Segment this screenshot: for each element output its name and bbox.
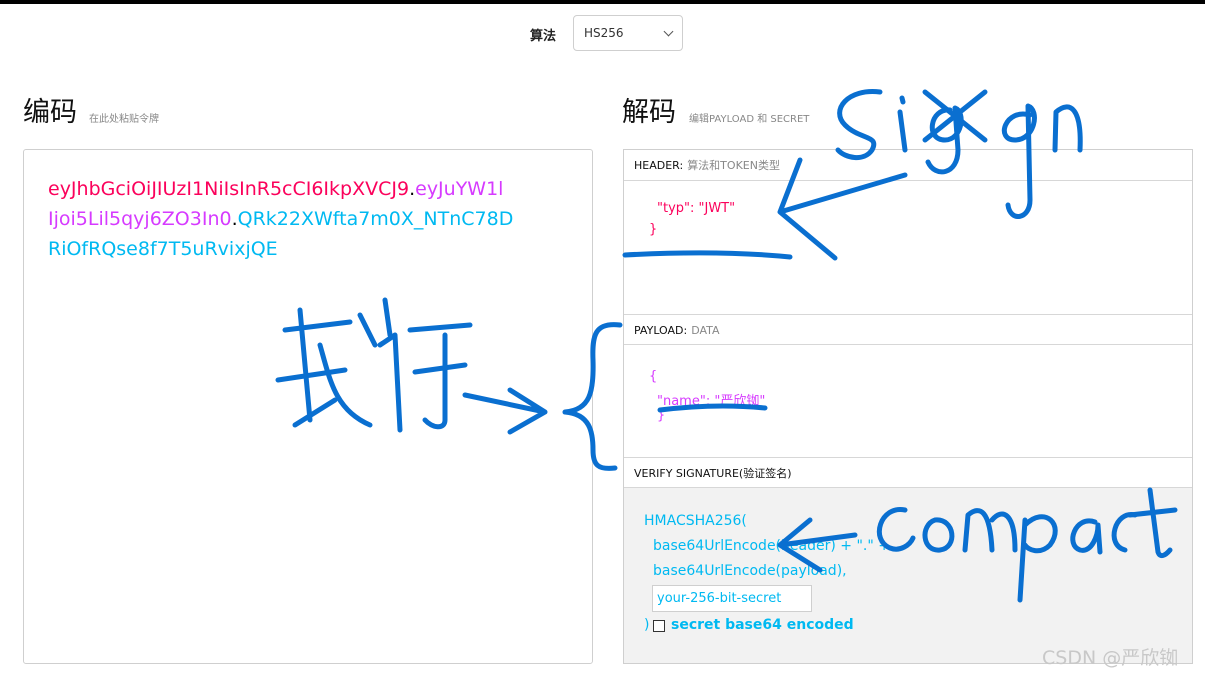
hmac-header-line: base64UrlEncode(header) + "." + [653, 538, 890, 554]
verify-panel-heading: VERIFY SIGNATURE(验证签名) [624, 457, 1192, 488]
header-json-editor[interactable]: "typ": "JWT" } [624, 181, 1192, 314]
token-line: eyJhbGciOiJIUzI1NiIsInR5cCI6IkpXVCJ9.eyJ… [48, 178, 503, 200]
chevron-down-icon [663, 26, 674, 37]
verify-panel-label: VERIFY SIGNATURE(验证签名) [634, 467, 792, 480]
payload-panel-label: PAYLOAD: [634, 324, 688, 337]
algorithm-value: HS256 [584, 26, 624, 40]
base64-checkbox-label[interactable]: secret base64 encoded [671, 617, 854, 633]
payload-json-editor[interactable]: { "name": "严欣铷" } [624, 346, 1192, 457]
token-payload-part: eyJuYW1l [415, 178, 504, 200]
token-line: Ijoi5Lil5qyj6ZO3In0.QRk22XWfta7m0X_NTnC7… [48, 208, 513, 230]
top-bar [0, 0, 1205, 4]
header-panel-sublabel: 算法和TOKEN类型 [687, 159, 780, 172]
header-json-line: "typ": "JWT" [657, 201, 736, 216]
payload-panel-heading: PAYLOAD: DATA [624, 314, 1192, 345]
encoded-subtitle: 在此处粘贴令牌 [89, 114, 159, 125]
ink-sign-i [897, 95, 908, 153]
token-header-part: eyJhbGciOiJIUzI1NiIsInR5cCI6IkpXVCJ9 [48, 178, 410, 200]
ink-sign-n [1052, 104, 1083, 153]
algorithm-label: 算法 [530, 29, 557, 44]
payload-panel-sublabel: DATA [691, 324, 720, 337]
header-json-close: } [649, 222, 658, 237]
token-signature-part: QRk22XWfta7m0X_NTnC78D [237, 208, 514, 230]
ink-sign-x [922, 89, 988, 143]
secret-input[interactable] [652, 585, 812, 612]
decoded-title: 解码 [622, 97, 676, 128]
header-panel-label: HEADER: [634, 159, 684, 172]
hmac-close: ) [644, 617, 650, 633]
hmac-line: HMACSHA256( [644, 513, 747, 529]
decoded-subtitle: 编辑PAYLOAD 和 SECRET [689, 114, 810, 125]
ink-sign-s [835, 89, 883, 160]
csdn-watermark: CSDN @严欣铷 [1042, 647, 1179, 669]
token-payload-part: Ijoi5Lil5qyj6ZO3In0 [48, 208, 232, 230]
hmac-payload-line: base64UrlEncode(payload), [653, 563, 847, 579]
encoded-token-input[interactable]: eyJhbGciOiJIUzI1NiIsInR5cCI6IkpXVCJ9.eyJ… [23, 149, 593, 664]
header-panel-heading: HEADER: 算法和TOKEN类型 [624, 150, 1192, 181]
payload-json-line: "name": "严欣铷" [657, 394, 766, 409]
verify-signature-area: HMACSHA256( base64UrlEncode(header) + ".… [624, 488, 1192, 663]
payload-json-open: { [649, 369, 658, 384]
token-line: RiOfRQse8f7T5uRvixjQE [48, 238, 278, 260]
payload-json-close: } [657, 408, 666, 423]
encoded-title: 编码 [23, 97, 77, 128]
algorithm-select[interactable]: HS256 [573, 15, 683, 51]
decoded-panel: HEADER: 算法和TOKEN类型 "typ": "JWT" } PAYLOAD… [623, 149, 1193, 664]
base64-checkbox[interactable] [653, 620, 665, 632]
token-signature-part: RiOfRQse8f7T5uRvixjQE [48, 238, 278, 260]
